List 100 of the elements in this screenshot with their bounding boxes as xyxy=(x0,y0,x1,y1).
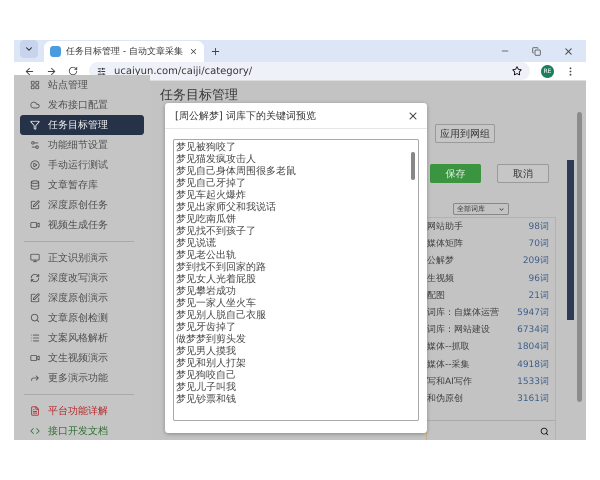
play-icon xyxy=(30,160,40,170)
library-name[interactable]: 词库：网站建设 xyxy=(427,323,490,336)
sidebar-item[interactable]: 文章暂存库 xyxy=(20,175,144,195)
keyword-line: 梦见自己牙掉了 xyxy=(176,178,247,190)
sidebar-item[interactable]: 正文识别演示 xyxy=(20,248,144,268)
word-count: 98词 xyxy=(528,220,549,234)
keyword-line: 梦见被狗咬了 xyxy=(176,142,237,154)
dialog-title: [周公解梦] 词库下的关键词预览 xyxy=(175,110,316,122)
word-count: 209词 xyxy=(522,254,549,268)
keyword-line: 梦见猫发疯攻击人 xyxy=(176,154,257,166)
keyword-line: 梦见找不到孩子了 xyxy=(176,226,257,238)
video-camera-icon xyxy=(30,353,40,363)
keyword-line: 梦见自己身体周围很多老鼠 xyxy=(176,166,297,178)
scrollbar[interactable] xyxy=(577,112,582,402)
filter-icon xyxy=(30,120,40,130)
library-name[interactable]: 公解梦 xyxy=(427,254,454,268)
keyword-line: 梦见出家师父和我说话 xyxy=(176,202,277,214)
sidebar-item[interactable]: 接口开发文档 xyxy=(20,421,144,440)
restore-button[interactable] xyxy=(532,46,541,56)
browser-tab[interactable]: 任务目标管理 - 自动文章采集 xyxy=(44,41,204,62)
sidebar-item[interactable]: 文生视频演示 xyxy=(20,348,144,368)
sidebar-item[interactable]: 任务目标管理 xyxy=(20,115,144,135)
keyword-line: 梦见一家人坐火车 xyxy=(176,298,257,310)
scrollbar-thumb[interactable] xyxy=(411,152,415,180)
keyword-line: 梦见车起火爆炸 xyxy=(176,190,247,202)
database-icon xyxy=(30,180,40,190)
address-bar[interactable]: ucaiyun.com/caiji/category/ xyxy=(89,62,530,80)
keyword-line: 梦见吃南瓜饼 xyxy=(176,214,237,226)
keyword-line: 梦见儿子叫我 xyxy=(176,382,237,394)
keyword-textarea[interactable]: 梦见被狗咬了 梦见猫发疯攻击人 梦见自己身体周围很多老鼠 梦见自己牙掉了 梦见车起火爆炸 梦见出家师父和我说话 梦见吃南瓜饼 梦见找不到孩子了 梦见说谎 梦见老公出轨 梦到找不到回家的路 梦见女人光着屁股 梦见攀岩成功 梦见一家人坐火车 梦见别人脱自己衣服 梦见牙齿掉了 做梦梦到剪头发 梦见男人摸我 梦见和别人打架 梦见狗咬自己 梦见儿子叫我 梦见钞票和钱 xyxy=(173,139,419,421)
keyword-line: 梦见攀岩成功 xyxy=(176,286,237,298)
library-name[interactable]: 网站助手 xyxy=(427,220,463,234)
keyword-line: 梦见老公出轨 xyxy=(176,250,237,262)
sidebar-item[interactable]: 文案风格解析 xyxy=(20,328,144,348)
word-count: 96词 xyxy=(528,272,549,285)
monitor-icon xyxy=(30,253,40,263)
keyword-line: 梦见和别人打架 xyxy=(176,358,247,370)
sidebar-item[interactable]: 平台功能详解 xyxy=(20,401,144,421)
site-settings-icon[interactable] xyxy=(97,66,106,76)
reload-button[interactable] xyxy=(68,66,78,76)
grid-icon xyxy=(30,80,40,90)
keyword-line: 做梦梦到剪头发 xyxy=(176,334,247,346)
cloud-icon xyxy=(30,100,40,110)
keyword-line: 梦到找不到回家的路 xyxy=(176,262,267,274)
word-count: 70词 xyxy=(528,238,549,250)
word-count: 21词 xyxy=(528,290,549,302)
keyword-line: 梦见男人摸我 xyxy=(176,346,237,358)
document-icon xyxy=(30,406,40,416)
save-button[interactable]: 保存 xyxy=(430,164,481,183)
refresh-icon xyxy=(30,273,40,283)
keyword-line: 梦见别人脱自己衣服 xyxy=(176,310,267,322)
tab-title: 任务目标管理 - 自动文章采集 xyxy=(66,46,184,58)
forward-button[interactable] xyxy=(46,66,57,76)
url-text: ucaiyun.com/caiji/category/ xyxy=(114,66,254,76)
library-name[interactable]: 生视频 xyxy=(427,272,454,285)
chevron-down-icon xyxy=(498,206,505,212)
page-title: 任务目标管理 xyxy=(160,87,239,105)
close-tab-button[interactable] xyxy=(189,47,198,56)
sidebar-item[interactable]: 视频生成任务 xyxy=(20,215,144,235)
sidebar-item[interactable]: 功能细节设置 xyxy=(20,135,144,155)
sidebar-item[interactable]: 深度原创演示 xyxy=(20,288,144,308)
keyword-line: 梦见女人光着屁股 xyxy=(176,274,257,286)
sidebar-item[interactable]: 深度原创任务 xyxy=(20,195,144,215)
keyword-line: 梦见钞票和钱 xyxy=(176,394,237,406)
sidebar-item[interactable]: 更多演示功能 xyxy=(20,368,144,388)
close-button[interactable] xyxy=(407,110,419,122)
site-logo-icon xyxy=(50,46,61,57)
word-count: 6734词 xyxy=(517,324,549,336)
search-icon[interactable] xyxy=(540,426,549,436)
keyword-line: 梦见说谎 xyxy=(176,238,217,250)
sidebar-item[interactable]: 手动运行测试 xyxy=(20,155,144,175)
bookmark-star-icon[interactable] xyxy=(512,66,522,76)
sidebar-item[interactable]: 深度改写演示 xyxy=(20,268,144,288)
library-name[interactable]: 配图 xyxy=(427,288,445,302)
word-count: 1804词 xyxy=(517,340,549,354)
apply-to-group-button[interactable]: 应用到网组 xyxy=(435,124,495,143)
library-name[interactable]: 词库：自媒体运营 xyxy=(427,306,499,320)
search-icon xyxy=(30,313,40,323)
word-count: 5947词 xyxy=(517,306,549,320)
edit-icon xyxy=(30,200,40,210)
new-tab-button[interactable] xyxy=(210,46,221,56)
library-name[interactable]: 和伪原创 xyxy=(427,392,463,405)
close-window-button[interactable] xyxy=(563,46,574,56)
sidebar-item[interactable]: 文章原创检测 xyxy=(20,308,144,328)
list-icon xyxy=(30,333,40,343)
back-button[interactable] xyxy=(24,66,35,76)
cancel-button[interactable]: 取消 xyxy=(497,164,549,183)
video-camera-icon xyxy=(30,220,40,230)
code-icon xyxy=(30,426,40,436)
library-name[interactable]: 媒体--采集 xyxy=(427,358,470,371)
word-count: 1533词 xyxy=(517,376,549,388)
library-name[interactable]: 写和AI写作 xyxy=(427,374,472,388)
share-arrow-icon xyxy=(30,373,40,383)
keyword-line: 梦见狗咬自己 xyxy=(176,370,237,382)
word-count: 3161词 xyxy=(517,392,549,405)
library-name[interactable]: 媒体--抓取 xyxy=(427,340,470,354)
sidebar-item[interactable]: 发布接口配置 xyxy=(20,95,144,115)
library-name[interactable]: 媒体矩阵 xyxy=(427,237,463,250)
keyword-line: 梦见牙齿掉了 xyxy=(176,322,237,334)
edit-icon xyxy=(30,293,40,303)
